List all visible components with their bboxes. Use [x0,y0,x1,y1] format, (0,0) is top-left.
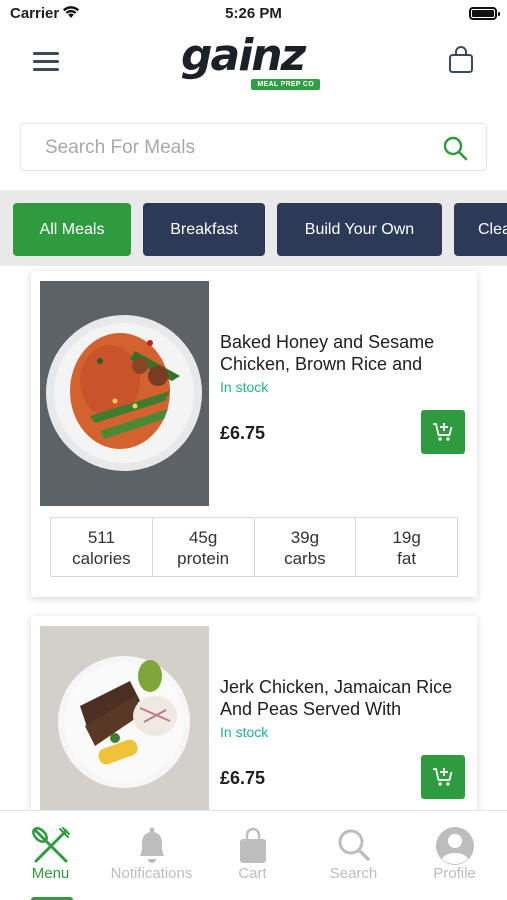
logo-wordmark: gainz [181,30,306,81]
meal-price: £6.75 [220,768,266,788]
battery-icon [469,7,500,20]
tab-label: Cart [238,865,267,882]
tab-menu[interactable]: Menu [0,811,101,900]
category-breakfast[interactable]: Breakfast [143,203,265,256]
add-to-cart-button[interactable] [421,410,465,454]
category-filter-strip: All Meals Breakfast Build Your Own Clean [0,190,507,266]
status-bar: Carrier 5:26 PM [0,0,507,28]
stock-status: In stock [220,724,269,740]
tab-label: Notifications [110,865,193,882]
tab-label: Search [329,865,378,882]
nutrition-table: 511 calories 45g protein 39g carbs 19g fat [50,517,458,577]
tab-notifications[interactable]: Notifications [101,811,202,900]
shopping-bag-icon [239,827,266,863]
meal-card: Baked Honey and Sesame Chicken, Brown Ri… [31,271,477,597]
meal-image [40,626,209,810]
add-to-cart-button[interactable] [421,755,465,799]
tab-label: Menu [31,865,70,882]
meal-price: £6.75 [220,423,266,443]
app-header: gainz MEAL PREP CO [0,28,507,100]
macro-carbs: 39g carbs [255,518,357,576]
meal-image [40,281,209,506]
profile-icon [435,827,474,865]
tab-search[interactable]: Search [303,811,404,900]
macro-calories: 511 calories [51,518,153,576]
bottom-tab-bar: Menu Notifications Cart Search Profile [0,810,507,900]
status-time: 5:26 PM [225,5,282,22]
hamburger-menu-icon[interactable] [33,51,61,71]
meal-card: Jerk Chicken, Jamaican Rice And Peas Ser… [31,616,477,810]
macro-protein: 45g protein [153,518,255,576]
search-icon [338,829,370,861]
search-bar [20,123,487,172]
tab-profile[interactable]: Profile [404,811,505,900]
shopping-bag-icon[interactable] [448,46,474,74]
add-to-cart-icon [433,768,453,786]
category-all-meals[interactable]: All Meals [13,203,131,256]
search-icon[interactable] [442,135,468,161]
meal-list: Baked Honey and Sesame Chicken, Brown Ri… [0,266,507,810]
meal-title[interactable]: Jerk Chicken, Jamaican Rice And Peas Ser… [220,676,470,720]
tab-cart[interactable]: Cart [202,811,303,900]
macro-fat: 19g fat [392,528,421,568]
stock-status: In stock [220,379,269,395]
add-to-cart-icon [433,423,453,441]
tab-label: Profile [433,865,476,882]
app-screen: Carrier 5:26 PM gainz MEAL PREP CO Searc… [0,0,507,900]
brand-logo: gainz MEAL PREP CO [181,32,326,94]
category-build-your-own[interactable]: Build Your Own [277,203,442,256]
search-input[interactable] [45,124,425,172]
meal-title[interactable]: Baked Honey and Sesame Chicken, Brown Ri… [220,331,470,375]
bell-icon [139,827,164,863]
category-clean[interactable]: Clean [454,203,507,256]
logo-tagline: MEAL PREP CO [251,79,320,90]
cutlery-icon [31,827,70,863]
